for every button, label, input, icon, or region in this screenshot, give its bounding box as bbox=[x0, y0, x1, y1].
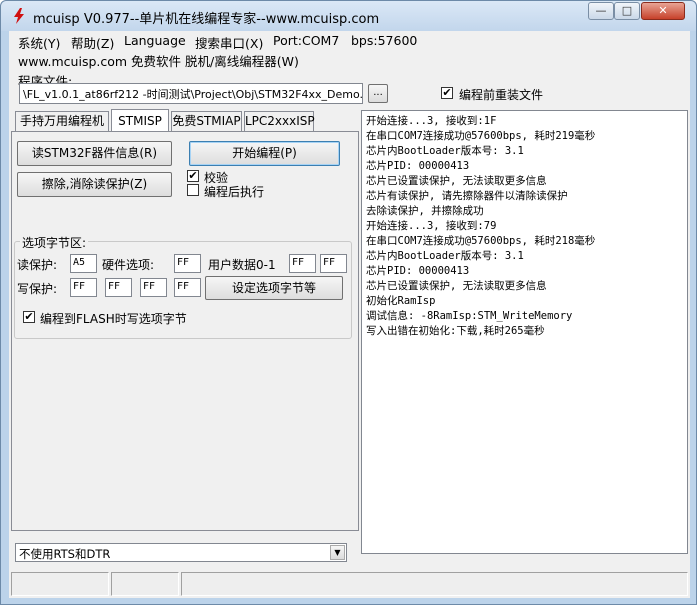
menu-port[interactable]: Port:COM7 bbox=[273, 33, 339, 48]
log-line: 写入出错在初始化:下载,耗时265毫秒 bbox=[366, 325, 545, 337]
option-bytes-title: 选项字节区: bbox=[20, 234, 89, 251]
app-window: mcuisp V0.977--单片机在线编程专家--www.mcuisp.com… bbox=[0, 0, 697, 605]
erase-read-protect-button[interactable]: 擦除,消除读保护(Z) bbox=[17, 172, 172, 197]
log-line: 芯片PID: 00000413 bbox=[366, 265, 470, 277]
status-cell-1 bbox=[11, 572, 109, 596]
log-line: 芯片PID: 00000413 bbox=[366, 160, 470, 172]
write-options-on-flash-label: 编程到FLASH时写选项字节 bbox=[40, 312, 187, 326]
option-bytes-group: 选项字节区: 读保护: A5 硬件选项: FF 用户数据0-1 FF FF 写保… bbox=[14, 234, 352, 339]
start-program-button[interactable]: 开始编程(P) bbox=[189, 141, 340, 166]
log-line: 去除读保护, 并擦除成功 bbox=[366, 205, 484, 217]
log-line: 在串口COM7连接成功@57600bps, 耗时219毫秒 bbox=[366, 130, 596, 142]
client-area: 系统(Y) 帮助(Z) Language 搜索串口(X) Port:COM7 b… bbox=[9, 31, 690, 598]
log-line: 开始连接...3, 接收到:79 bbox=[366, 220, 497, 232]
write-protect-label: 写保护: bbox=[17, 282, 58, 296]
menu-search-port[interactable]: 搜索串口(X) bbox=[195, 33, 263, 52]
set-option-bytes-button[interactable]: 设定选项字节等 bbox=[205, 276, 343, 300]
log-line: 芯片内BootLoader版本号: 3.1 bbox=[366, 250, 524, 262]
reload-before-program-checkbox[interactable]: ✔ bbox=[441, 87, 453, 99]
log-line: 在串口COM7连接成功@57600bps, 耗时218毫秒 bbox=[366, 235, 596, 247]
hardware-option-field[interactable]: FF bbox=[174, 254, 201, 273]
tab-lpc2xxxisp[interactable]: LPC2xxxISP bbox=[244, 111, 315, 131]
run-after-program-label: 编程后执行 bbox=[204, 185, 265, 199]
write-protect-field-2[interactable]: FF bbox=[140, 278, 167, 297]
tab-handheld-programmer[interactable]: 手持万用编程机 bbox=[15, 111, 109, 131]
chevron-down-icon[interactable]: ▼ bbox=[330, 545, 345, 560]
user-data-label: 用户数据0-1 bbox=[208, 258, 276, 272]
log-line: 初始化RamIsp bbox=[366, 295, 436, 307]
log-line: 芯片已设置读保护, 无法读取更多信息 bbox=[366, 280, 547, 292]
menu-baudrate[interactable]: bps:57600 bbox=[351, 33, 417, 48]
app-logo-icon bbox=[14, 8, 24, 24]
write-protect-field-3[interactable]: FF bbox=[174, 278, 201, 297]
menu-offline-programmer[interactable]: www.mcuisp.com 免费软件 脱机/离线编程器(W) bbox=[18, 51, 299, 70]
write-protect-field-0[interactable]: FF bbox=[70, 278, 97, 297]
run-after-program-checkbox[interactable] bbox=[187, 184, 199, 196]
log-line: 调试信息: -8RamIsp:STM_WriteMemory bbox=[366, 310, 573, 322]
close-button[interactable]: ✕ bbox=[641, 2, 685, 20]
verify-checkbox[interactable]: ✔ bbox=[187, 170, 199, 182]
write-protect-field-1[interactable]: FF bbox=[105, 278, 132, 297]
log-line: 芯片已设置读保护, 无法读取更多信息 bbox=[366, 175, 547, 187]
title-bar[interactable]: mcuisp V0.977--单片机在线编程专家--www.mcuisp.com… bbox=[1, 1, 696, 31]
status-bar bbox=[9, 572, 690, 596]
user-data-field-1[interactable]: FF bbox=[320, 254, 347, 273]
rts-dtr-select[interactable]: 不使用RTS和DTR ▼ bbox=[15, 543, 347, 562]
log-output[interactable]: 开始连接...3, 接收到:1F 在串口COM7连接成功@57600bps, 耗… bbox=[361, 110, 688, 554]
maximize-button[interactable]: □ bbox=[614, 2, 640, 20]
window-title: mcuisp V0.977--单片机在线编程专家--www.mcuisp.com bbox=[33, 12, 380, 27]
menu-system[interactable]: 系统(Y) bbox=[18, 33, 60, 52]
stmisp-panel: 读STM32F器件信息(R) 开始编程(P) 擦除,消除读保护(Z) ✔ 校验 … bbox=[11, 131, 359, 531]
tab-stmisp[interactable]: STMISP bbox=[111, 109, 169, 132]
status-cell-3 bbox=[181, 572, 688, 596]
read-protect-field[interactable]: A5 bbox=[70, 254, 97, 273]
program-file-path-field[interactable]: \FL_v1.0.1_at86rf212 -时间测试\Project\Obj\S… bbox=[19, 83, 363, 104]
log-line: 开始连接...3, 接收到:1F bbox=[366, 115, 497, 127]
browse-button[interactable]: ... bbox=[368, 84, 388, 103]
reload-before-program-label: 编程前重装文件 bbox=[459, 88, 544, 102]
menu-bar: 系统(Y) 帮助(Z) Language 搜索串口(X) Port:COM7 b… bbox=[9, 31, 690, 69]
log-line: 芯片内BootLoader版本号: 3.1 bbox=[366, 145, 524, 157]
rts-dtr-select-value: 不使用RTS和DTR bbox=[19, 547, 111, 561]
menu-help[interactable]: 帮助(Z) bbox=[71, 33, 114, 52]
read-device-info-button[interactable]: 读STM32F器件信息(R) bbox=[17, 141, 172, 166]
minimize-button[interactable]: — bbox=[588, 2, 614, 20]
menu-language[interactable]: Language bbox=[124, 33, 186, 48]
read-protect-label: 读保护: bbox=[17, 258, 58, 272]
user-data-field-0[interactable]: FF bbox=[289, 254, 316, 273]
hardware-option-label: 硬件选项: bbox=[102, 258, 155, 272]
tab-free-stmiap[interactable]: 免费STMIAP bbox=[171, 111, 242, 131]
write-options-on-flash-checkbox[interactable]: ✔ bbox=[23, 311, 35, 323]
log-line: 芯片有读保护, 请先擦除器件以清除读保护 bbox=[366, 190, 568, 202]
status-cell-2 bbox=[111, 572, 179, 596]
